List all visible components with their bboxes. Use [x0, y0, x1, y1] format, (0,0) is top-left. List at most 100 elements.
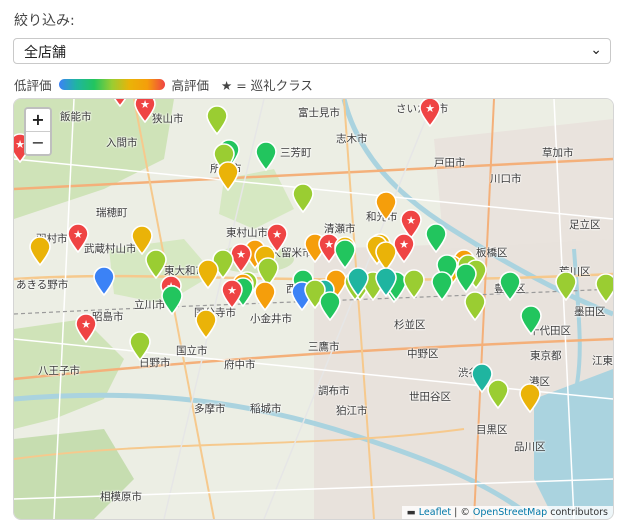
- place-label: 三芳町: [280, 147, 312, 159]
- store-marker[interactable]: [430, 271, 454, 302]
- map-pin-icon: ★: [221, 279, 243, 310]
- store-marker[interactable]: [463, 291, 487, 322]
- store-marker[interactable]: [402, 269, 426, 300]
- store-marker[interactable]: [254, 141, 278, 172]
- map-attribution: ▬ Leaflet | © OpenStreetMap contributors: [401, 506, 613, 519]
- star-icon: ★: [399, 238, 409, 251]
- store-marker[interactable]: [519, 305, 543, 336]
- store-marker[interactable]: [346, 267, 370, 298]
- map-pin-icon: [166, 99, 168, 100]
- place-label: 小金井市: [250, 313, 292, 325]
- place-label: 瑞穂町: [96, 207, 128, 219]
- rating-legend: 低評価 高評価 ★ = 巡礼クラス: [14, 75, 313, 93]
- store-marker[interactable]: [454, 263, 478, 294]
- store-marker[interactable]: [128, 331, 152, 362]
- filter-label: 絞り込み:: [14, 13, 75, 29]
- store-marker[interactable]: [253, 281, 277, 312]
- map-pin-icon: ★: [75, 313, 97, 344]
- zoom-out-button[interactable]: −: [26, 131, 50, 154]
- place-label: 川口市: [490, 173, 522, 185]
- pilgrimage-store-marker[interactable]: ★: [220, 279, 244, 310]
- place-label: 志木市: [336, 133, 368, 145]
- leaflet-link[interactable]: Leaflet: [419, 507, 451, 518]
- map-pin-icon: ★: [67, 223, 89, 254]
- zoom-control: + −: [24, 107, 52, 156]
- map-pin-icon: [195, 309, 217, 340]
- place-label: 中野区: [407, 348, 439, 360]
- store-marker[interactable]: [518, 383, 542, 414]
- map-container[interactable]: さいたま市富士見市志木市飯能市狭山市入間市三芳町戸田市草加市川口市所沢市和光市足…: [13, 98, 614, 520]
- map-pin-icon: [93, 266, 115, 297]
- map-pin-icon: [129, 331, 151, 362]
- place-label: 府中市: [224, 359, 256, 371]
- place-label: 多摩市: [194, 403, 226, 415]
- place-label: 目黒区: [476, 424, 508, 436]
- legend-low-label: 低評価: [14, 77, 52, 93]
- store-filter-select[interactable]: 全店舗 ⌄: [13, 38, 611, 64]
- store-marker[interactable]: [196, 259, 220, 290]
- store-marker[interactable]: [28, 236, 52, 267]
- map-pin-icon: [217, 161, 239, 192]
- map-pin-icon: [375, 191, 397, 222]
- pilgrimage-store-marker[interactable]: ★: [108, 99, 132, 108]
- legend-star-note: ★ = 巡礼クラス: [221, 77, 313, 93]
- pilgrimage-store-marker[interactable]: ★: [74, 313, 98, 344]
- place-label: 戸田市: [434, 157, 466, 169]
- store-marker[interactable]: [216, 161, 240, 192]
- store-marker[interactable]: [424, 223, 448, 254]
- store-marker[interactable]: [486, 379, 510, 410]
- leaflet-flag-icon: ▬: [406, 507, 416, 518]
- place-label: 三鷹市: [308, 341, 340, 353]
- map-pin-icon: [334, 239, 356, 270]
- map-pin-icon: [347, 267, 369, 298]
- store-marker[interactable]: [594, 273, 613, 304]
- place-label: 品川区: [514, 441, 546, 453]
- map-pin-icon: [555, 271, 577, 302]
- store-marker[interactable]: [374, 191, 398, 222]
- map-pin-icon: [464, 291, 486, 322]
- map-pin-icon: [487, 379, 509, 410]
- map-pin-icon: [206, 105, 228, 136]
- map-pin-icon: [197, 259, 219, 290]
- star-icon: ★: [81, 318, 91, 331]
- star-icon: ★: [406, 214, 416, 227]
- map-pin-icon: [499, 271, 521, 302]
- store-marker[interactable]: [194, 309, 218, 340]
- map-pin-icon: [375, 267, 397, 298]
- place-label: 狛江市: [336, 405, 368, 417]
- store-marker[interactable]: [318, 291, 342, 322]
- rating-gradient-bar: [58, 78, 165, 90]
- star-icon: ★: [140, 98, 150, 111]
- attribution-separator: | ©: [451, 507, 473, 518]
- store-marker[interactable]: [554, 271, 578, 302]
- attribution-contributors: contributors: [547, 507, 608, 518]
- place-label: 杉並区: [394, 319, 426, 331]
- store-marker[interactable]: [166, 99, 168, 100]
- store-marker[interactable]: [333, 239, 357, 270]
- place-label: 足立区: [569, 219, 601, 231]
- store-marker[interactable]: [160, 285, 184, 316]
- zoom-in-button[interactable]: +: [26, 109, 50, 131]
- pilgrimage-store-marker[interactable]: ★: [418, 99, 442, 128]
- map-pin-icon: [431, 271, 453, 302]
- store-marker[interactable]: [92, 266, 116, 297]
- map-pin-icon: [595, 273, 613, 304]
- map-pin-icon: ★: [419, 99, 441, 128]
- osm-link[interactable]: OpenStreetMap: [473, 507, 547, 518]
- pilgrimage-store-marker[interactable]: ★: [66, 223, 90, 254]
- store-marker[interactable]: [374, 267, 398, 298]
- map-pin-icon: [255, 141, 277, 172]
- place-label: 江東区: [592, 355, 613, 367]
- map-pin-icon: [519, 383, 541, 414]
- store-marker[interactable]: [498, 271, 522, 302]
- map-pin-icon: [520, 305, 542, 336]
- place-label: 稲城市: [250, 403, 282, 415]
- store-marker[interactable]: [205, 105, 229, 136]
- store-marker[interactable]: [291, 183, 315, 214]
- pilgrimage-store-marker[interactable]: ★: [133, 98, 157, 124]
- place-label: 八王子市: [38, 365, 80, 377]
- place-label: 墨田区: [574, 306, 606, 318]
- place-label: 東村山市: [226, 227, 268, 239]
- place-label: あきる野市: [16, 279, 69, 291]
- map-pin-icon: [455, 263, 477, 294]
